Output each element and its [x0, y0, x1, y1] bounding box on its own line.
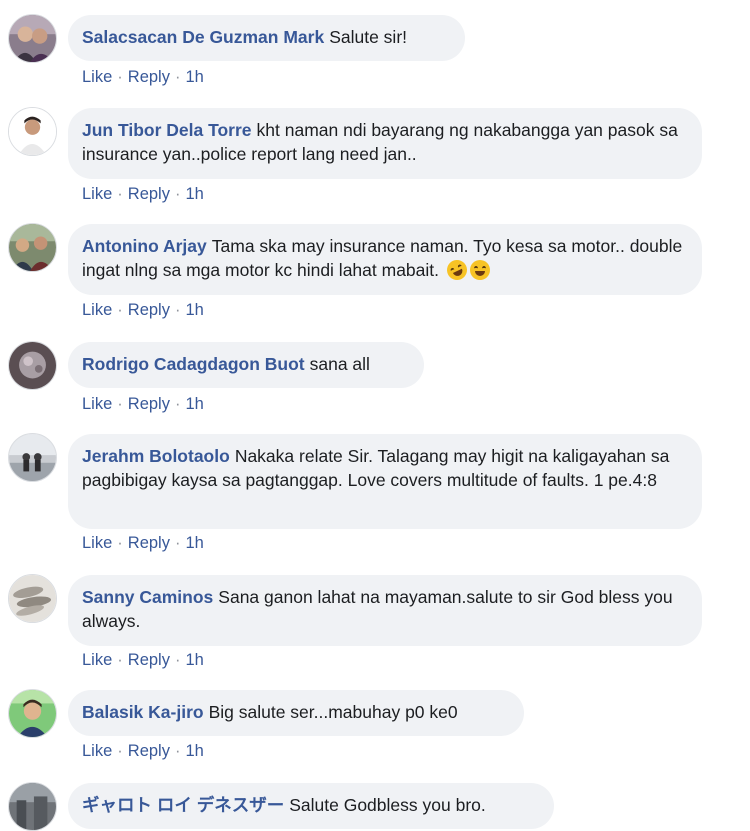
separator: ·: [174, 185, 181, 203]
laughing-emoji: [469, 260, 490, 280]
avatar[interactable]: [8, 341, 57, 390]
comment-timestamp[interactable]: 1h: [185, 534, 203, 552]
comment-timestamp[interactable]: 1h: [185, 301, 203, 319]
reply-link[interactable]: Reply: [128, 742, 170, 760]
like-link[interactable]: Like: [82, 534, 112, 552]
separator: ·: [174, 534, 181, 552]
comment-text: Salute sir!: [329, 27, 408, 47]
avatar[interactable]: [8, 689, 57, 738]
avatar-photo: [9, 434, 56, 481]
comment-author[interactable]: Sanny Caminos: [82, 587, 213, 607]
comment-bubble: Antonino Arjay Tama ska may insurance nam…: [68, 224, 702, 295]
like-link[interactable]: Like: [82, 68, 112, 86]
avatar[interactable]: [8, 574, 57, 623]
avatar[interactable]: [8, 107, 57, 156]
comment-timestamp[interactable]: 1h: [185, 742, 203, 760]
separator: ·: [174, 742, 181, 760]
avatar-photo: [9, 690, 56, 737]
avatar-photo: [9, 15, 56, 62]
avatar-photo: [9, 575, 56, 622]
comment-timestamp[interactable]: 1h: [185, 651, 203, 669]
like-link[interactable]: Like: [82, 301, 112, 319]
comment-timestamp[interactable]: 1h: [185, 68, 203, 86]
separator: ·: [174, 301, 181, 319]
comment-actions: Like · Reply · 1h: [82, 300, 204, 320]
separator: ·: [117, 534, 123, 552]
comment-author[interactable]: Antonino Arjay: [82, 236, 207, 256]
reply-link[interactable]: Reply: [128, 301, 170, 319]
reply-link[interactable]: Reply: [128, 185, 170, 203]
reply-link[interactable]: Reply: [128, 68, 170, 86]
separator: ·: [117, 301, 123, 319]
separator: ·: [117, 395, 123, 413]
avatar[interactable]: [8, 223, 57, 272]
comment-bubble: Sanny Caminos Sana ganon lahat na mayaman…: [68, 575, 702, 646]
separator: ·: [117, 68, 123, 86]
comment-actions: Like · Reply · 1h: [82, 184, 204, 204]
like-link[interactable]: Like: [82, 395, 112, 413]
comment-actions: Like · Reply · 1h: [82, 394, 204, 414]
comment-actions: Like · Reply · 1h: [82, 67, 204, 87]
separator: ·: [117, 742, 123, 760]
comment-author[interactable]: ギャロト ロイ デネスザー: [82, 795, 284, 815]
comment-author[interactable]: Salacsacan De Guzman Mark: [82, 27, 324, 47]
reply-link[interactable]: Reply: [128, 395, 170, 413]
like-link[interactable]: Like: [82, 185, 112, 203]
avatar[interactable]: [8, 782, 57, 831]
rolling-on-floor-laughing-emoji: [443, 256, 471, 284]
separator: ·: [174, 651, 181, 669]
like-link[interactable]: Like: [82, 742, 112, 760]
reply-link[interactable]: Reply: [128, 651, 170, 669]
like-link[interactable]: Like: [82, 651, 112, 669]
separator: ·: [117, 185, 123, 203]
comment-text: Salute Godbless you bro.: [289, 795, 486, 815]
avatar-photo: [9, 342, 56, 389]
comment-actions: Like · Reply · 1h: [82, 533, 204, 553]
comment-bubble: Balasik Ka-jiro Big salute ser...mabuhay …: [68, 690, 524, 736]
comment-actions: Like · Reply · 1h: [82, 741, 204, 761]
comment-timestamp[interactable]: 1h: [185, 395, 203, 413]
comment-bubble: Rodrigo Cadagdagon Buot sana all: [68, 342, 424, 388]
separator: ·: [174, 395, 181, 413]
comment-bubble: Jun Tibor Dela Torre kht naman ndi bayara…: [68, 108, 702, 179]
comment-author[interactable]: Jun Tibor Dela Torre: [82, 120, 252, 140]
comment-text: sana all: [309, 354, 370, 374]
comment-author[interactable]: Balasik Ka-jiro: [82, 702, 204, 722]
separator: ·: [174, 68, 181, 86]
comment-text: Big salute ser...mabuhay p0 ke0: [208, 702, 458, 722]
comment-bubble: Salacsacan De Guzman Mark Salute sir!: [68, 15, 465, 61]
avatar[interactable]: [8, 433, 57, 482]
comment-bubble: ギャロト ロイ デネスザー Salute Godbless you bro.: [68, 783, 554, 829]
separator: ·: [117, 651, 123, 669]
comment-author[interactable]: Rodrigo Cadagdagon Buot: [82, 354, 305, 374]
comment-timestamp[interactable]: 1h: [185, 185, 203, 203]
avatar-photo: [9, 783, 56, 830]
avatar[interactable]: [8, 14, 57, 63]
comment-bubble: Jerahm Bolotaolo Nakaka relate Sir. Talag…: [68, 434, 702, 529]
avatar-photo: [9, 224, 56, 271]
avatar-photo: [9, 108, 56, 155]
comment-author[interactable]: Jerahm Bolotaolo: [82, 446, 230, 466]
reply-link[interactable]: Reply: [128, 534, 170, 552]
comment-actions: Like · Reply · 1h: [82, 650, 204, 670]
